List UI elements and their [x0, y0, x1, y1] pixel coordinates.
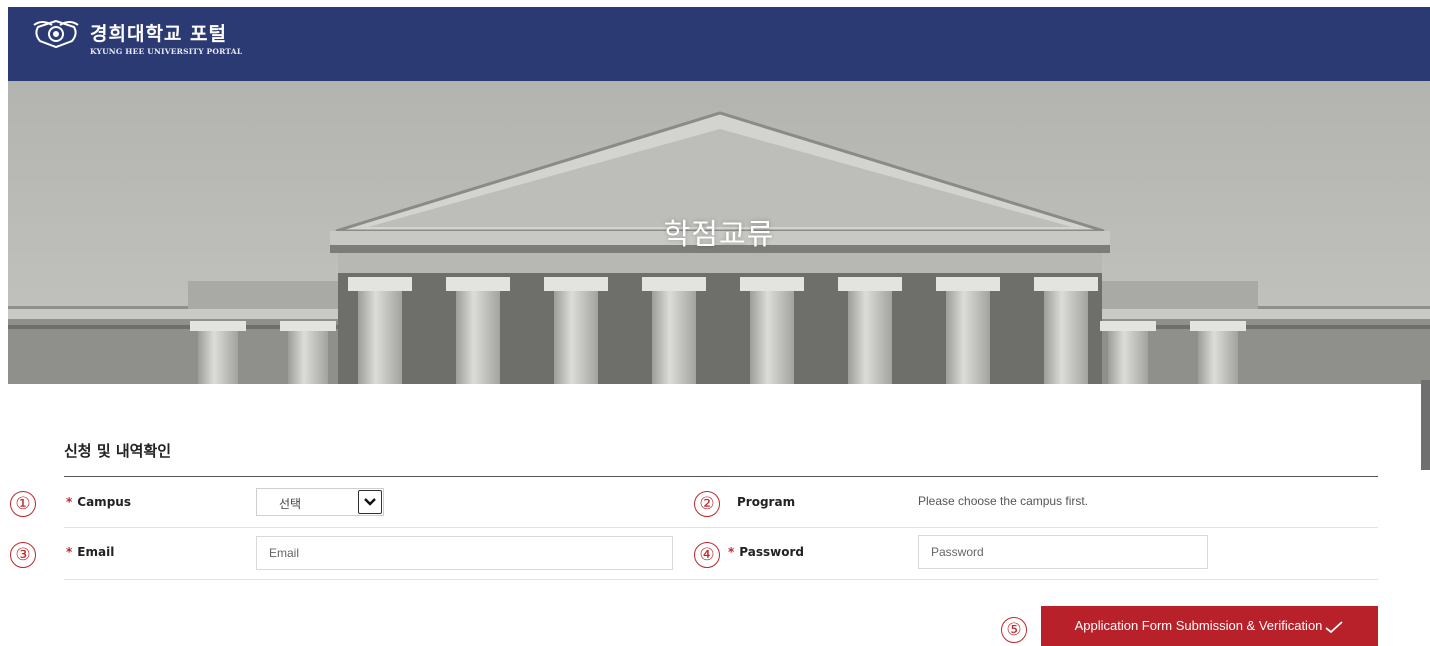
- email-label: * Email: [66, 545, 114, 559]
- portal-title-korean[interactable]: 경희대학교 포털: [90, 19, 227, 46]
- campus-label: * Campus: [66, 495, 131, 509]
- page-scroll-edge: [1421, 380, 1430, 470]
- program-help-text: Please choose the campus first.: [918, 494, 1089, 508]
- chevron-down-icon[interactable]: [358, 490, 382, 514]
- hero-banner: 학점교류: [8, 81, 1430, 384]
- required-mark: *: [728, 545, 735, 559]
- portal-header: 경희대학교 포털 KYUNG HEE UNIVERSITY PORTAL: [8, 7, 1430, 81]
- annotation-number-2: ②: [694, 491, 720, 517]
- hero-title: 학점교류: [663, 217, 775, 251]
- form-bottom-divider: [64, 579, 1378, 580]
- annotation-number-5: ⑤: [1001, 617, 1027, 643]
- campus-label-text: Campus: [77, 495, 131, 509]
- check-icon: [1325, 620, 1344, 633]
- campus-select-value: 선택: [279, 497, 302, 511]
- section-title: 신청 및 내역확인: [64, 442, 172, 460]
- submit-button-label: Application Form Submission & Verificati…: [1074, 618, 1323, 633]
- password-label: * Password: [728, 545, 804, 559]
- annotation-number-3: ③: [10, 542, 36, 568]
- annotation-number-1: ①: [10, 491, 36, 517]
- program-label: Program: [737, 495, 796, 509]
- portal-title-english: KYUNG HEE UNIVERSITY PORTAL: [90, 47, 243, 56]
- submit-application-button[interactable]: Application Form Submission & Verificati…: [1041, 606, 1378, 646]
- password-label-text: Password: [739, 545, 804, 559]
- email-input[interactable]: [256, 536, 673, 570]
- form-row-divider: [64, 527, 1378, 528]
- university-emblem-icon[interactable]: [32, 17, 80, 51]
- password-input[interactable]: [918, 535, 1208, 569]
- form-top-divider: [64, 476, 1378, 477]
- email-label-text: Email: [77, 545, 115, 559]
- annotation-number-4: ④: [694, 542, 720, 568]
- required-mark: *: [66, 545, 73, 559]
- campus-select[interactable]: 선택: [256, 488, 384, 516]
- required-mark: *: [66, 495, 73, 509]
